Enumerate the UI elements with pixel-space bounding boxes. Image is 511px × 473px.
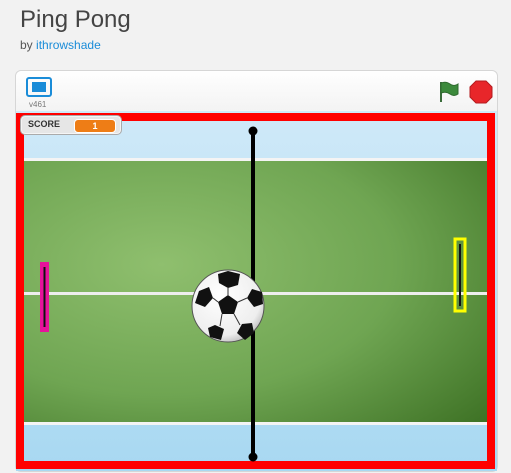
project-header: Ping Pong by ithrowshade — [0, 0, 511, 60]
green-flag-button[interactable] — [436, 80, 460, 104]
project-byline: by ithrowshade — [20, 38, 101, 52]
author-link[interactable]: ithrowshade — [36, 38, 101, 52]
byline-prefix: by — [20, 38, 33, 52]
project-title: Ping Pong — [20, 6, 131, 33]
stop-sign-icon — [469, 80, 493, 104]
score-label: SCORE — [28, 119, 61, 129]
stop-button[interactable] — [469, 80, 493, 104]
stage[interactable] — [16, 111, 497, 471]
version-label: v461 — [29, 100, 47, 109]
score-value: 1 — [74, 119, 116, 133]
bottom-field-line — [20, 422, 493, 425]
fullscreen-icon — [26, 77, 52, 97]
top-field-line — [20, 158, 493, 161]
player-controls: v461 — [16, 71, 497, 112]
fullscreen-button[interactable] — [26, 77, 52, 97]
net-top-post — [248, 126, 258, 136]
score-variable-monitor[interactable]: SCORE 1 — [20, 115, 122, 135]
stage-scene — [16, 111, 497, 471]
green-flag-icon — [440, 81, 459, 102]
soccer-ball — [191, 269, 265, 343]
net-bottom-post — [248, 452, 258, 462]
